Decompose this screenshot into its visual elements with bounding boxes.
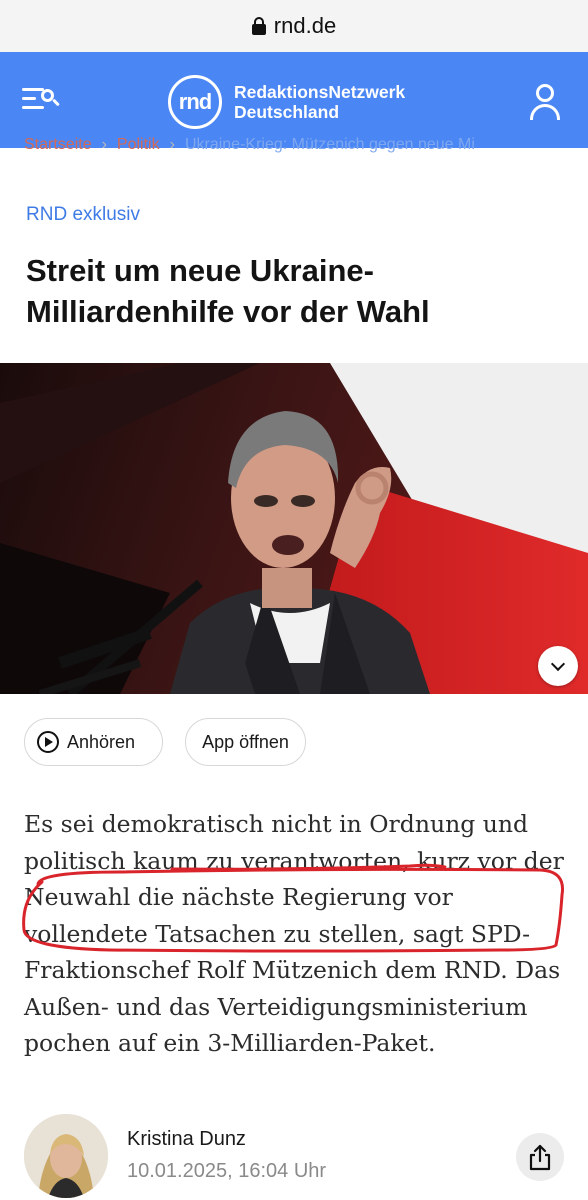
- listen-label: Anhören: [67, 731, 136, 752]
- logo-wordmark: RedaktionsNetzwerk Deutschland: [234, 82, 405, 122]
- article-photo-illustration: [0, 363, 588, 694]
- logo-mark: rnd: [168, 75, 222, 129]
- site-header: rnd RedaktionsNetzwerk Deutschland: [0, 52, 588, 148]
- breadcrumb-home[interactable]: Startseite: [24, 136, 92, 154]
- site-logo[interactable]: rnd RedaktionsNetzwerk Deutschland: [168, 74, 405, 130]
- author-avatar-illustration: [24, 1114, 108, 1198]
- open-app-button[interactable]: App öffnen: [185, 718, 306, 766]
- breadcrumb-separator-icon: ›: [169, 136, 175, 153]
- lock-icon: [251, 17, 266, 35]
- article-photo[interactable]: [0, 363, 588, 694]
- share-icon[interactable]: [516, 1133, 564, 1181]
- open-app-label: App öffnen: [202, 731, 289, 752]
- publish-date: 10.01.2025, 16:04 Uhr: [127, 1160, 327, 1182]
- article-lead: Es sei demokratisch nicht in Ordnung und…: [24, 810, 564, 1057]
- article-title: Streit um neue Ukraine-Milliardenhilfe v…: [26, 253, 430, 329]
- breadcrumb: Startseite › Politik › Ukraine-Krieg: Mützen…: [24, 136, 588, 160]
- author-name[interactable]: Kristina Dunz: [127, 1128, 246, 1151]
- article-kicker: RND exklusiv: [26, 204, 141, 225]
- listen-button[interactable]: Anhören: [24, 718, 163, 766]
- browser-url-bar[interactable]: rnd.de: [0, 0, 588, 52]
- author-avatar[interactable]: [24, 1114, 108, 1198]
- user-icon[interactable]: [528, 82, 562, 120]
- menu-search-icon[interactable]: [22, 82, 62, 118]
- play-icon: [37, 731, 59, 753]
- breadcrumb-politics[interactable]: Politik: [117, 136, 160, 154]
- breadcrumb-current: Ukraine-Krieg: Mützenich gegen neue Mi: [184, 136, 475, 153]
- chevron-down-icon[interactable]: [538, 646, 578, 686]
- logo-line-2: Deutschland: [234, 102, 340, 122]
- url-text: rnd.de: [273, 13, 337, 38]
- logo-line-1: RedaktionsNetzwerk: [234, 82, 406, 102]
- breadcrumb-separator-icon: ›: [101, 136, 107, 153]
